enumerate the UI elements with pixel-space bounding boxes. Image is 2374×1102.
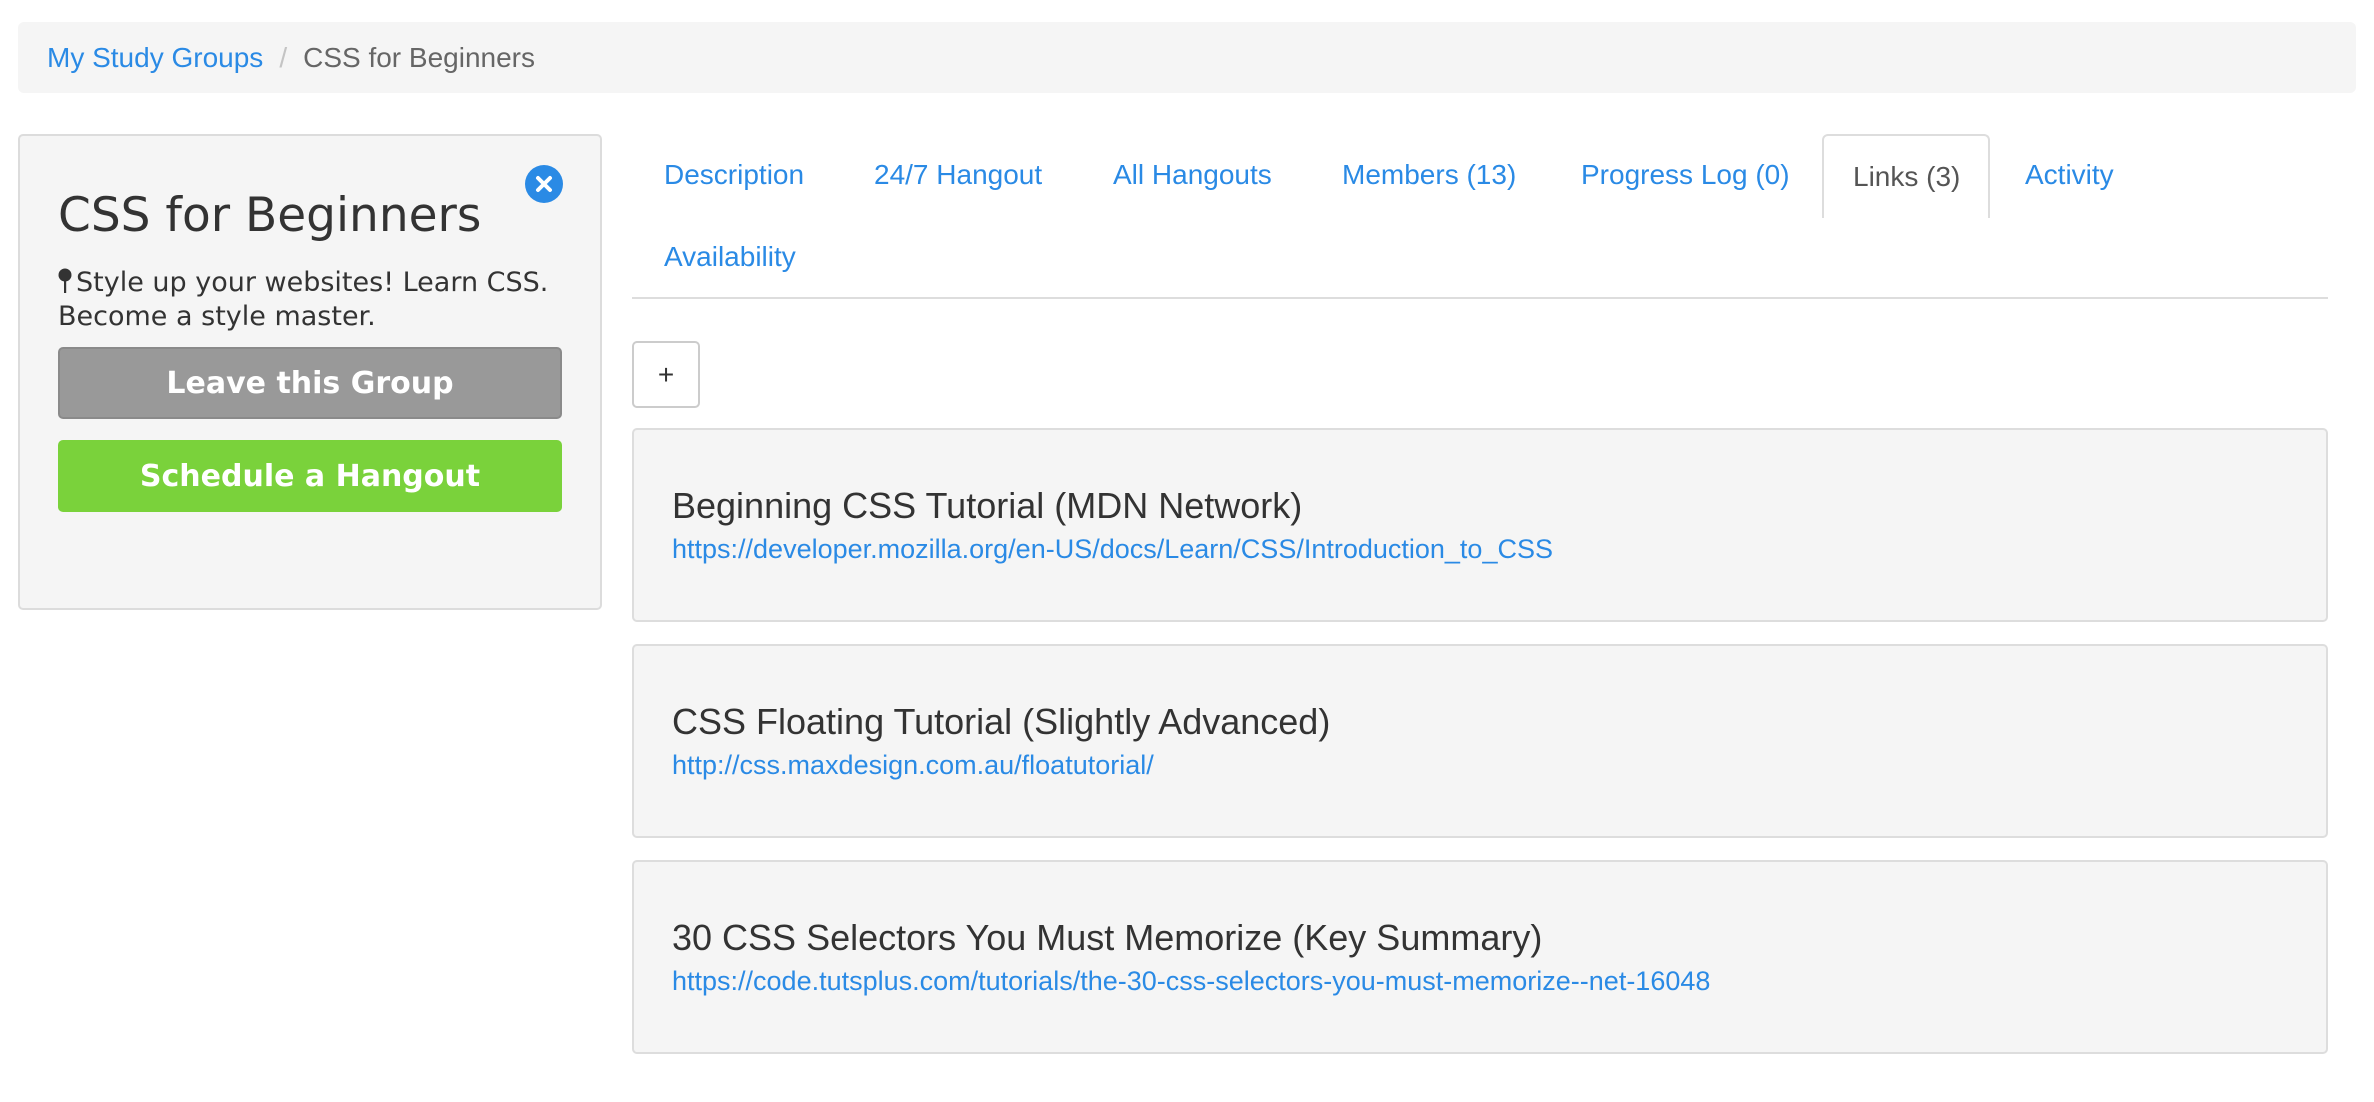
- map-pin-icon: [58, 268, 72, 301]
- tab-description[interactable]: Description: [664, 134, 804, 216]
- breadcrumb-link-my-study-groups[interactable]: My Study Groups: [47, 42, 263, 74]
- breadcrumb-separator: /: [279, 41, 288, 73]
- tab-progress-log[interactable]: Progress Log (0): [1581, 134, 1790, 216]
- link-title: CSS Floating Tutorial (Slightly Advanced…: [672, 701, 1331, 742]
- tab-activity[interactable]: Activity: [2025, 134, 2114, 216]
- breadcrumb-current: CSS for Beginners: [303, 41, 535, 73]
- group-description: Style up your websites! Learn CSS. Becom…: [58, 267, 578, 332]
- leave-group-button[interactable]: Leave this Group: [58, 347, 562, 419]
- close-icon[interactable]: [525, 165, 563, 203]
- tab-availability[interactable]: Availability: [664, 216, 796, 298]
- group-description-text: Style up your websites! Learn CSS. Becom…: [58, 267, 549, 332]
- link-url[interactable]: http://css.maxdesign.com.au/floatutorial…: [672, 750, 1154, 781]
- tabs-divider: [632, 297, 2328, 299]
- tab-members[interactable]: Members (13): [1342, 134, 1516, 216]
- breadcrumb: My Study Groups / CSS for Beginners: [18, 22, 2356, 93]
- group-title: CSS for Beginners: [58, 188, 482, 243]
- link-title: 30 CSS Selectors You Must Memorize (Key …: [672, 917, 1543, 958]
- link-title: Beginning CSS Tutorial (MDN Network): [672, 485, 1303, 526]
- link-item: 30 CSS Selectors You Must Memorize (Key …: [632, 860, 2328, 1054]
- group-info-panel: CSS for Beginners Style up your websites…: [18, 134, 602, 610]
- link-url[interactable]: https://code.tutsplus.com/tutorials/the-…: [672, 966, 1710, 997]
- link-item: CSS Floating Tutorial (Slightly Advanced…: [632, 644, 2328, 838]
- tab-links[interactable]: Links (3): [1822, 134, 1990, 218]
- link-item: Beginning CSS Tutorial (MDN Network) htt…: [632, 428, 2328, 622]
- link-url[interactable]: https://developer.mozilla.org/en-US/docs…: [672, 534, 1553, 565]
- schedule-hangout-button[interactable]: Schedule a Hangout: [58, 440, 562, 512]
- group-tabs: Description 24/7 Hangout All Hangouts Me…: [632, 134, 2328, 299]
- tab-all-hangouts[interactable]: All Hangouts: [1113, 134, 1272, 216]
- add-link-button[interactable]: +: [632, 341, 700, 408]
- tab-24-7-hangout[interactable]: 24/7 Hangout: [874, 134, 1042, 216]
